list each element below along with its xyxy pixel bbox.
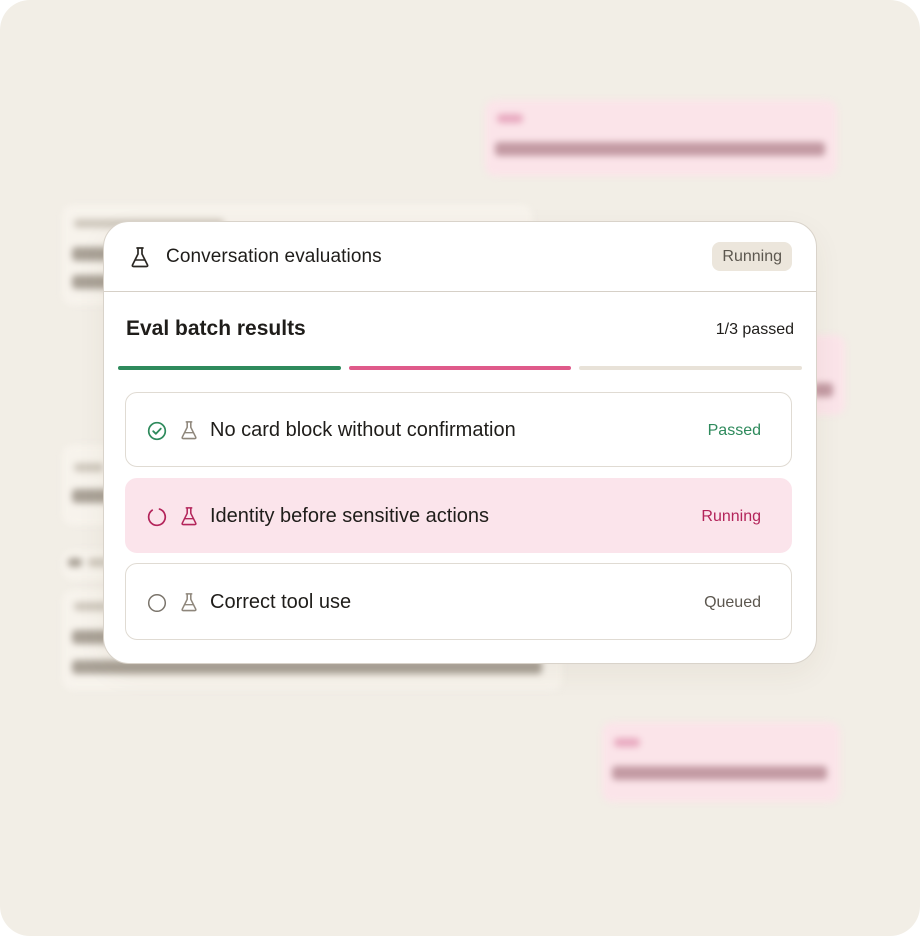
evaluation-status: Passed bbox=[707, 422, 761, 439]
flask-icon bbox=[181, 507, 197, 526]
evaluation-row[interactable]: Correct tool use Queued bbox=[125, 563, 792, 640]
status-badge: Running bbox=[712, 242, 792, 271]
empty-circle-icon bbox=[147, 593, 167, 613]
progress-segment-queued bbox=[579, 366, 802, 370]
card-title: Conversation evaluations bbox=[166, 246, 382, 267]
evaluation-status: Running bbox=[701, 508, 761, 525]
check-circle-icon bbox=[147, 421, 167, 441]
evaluation-row[interactable]: Identity before sensitive actions Runnin… bbox=[125, 478, 792, 553]
flask-icon bbox=[181, 593, 197, 612]
card-header: Conversation evaluations Running bbox=[104, 222, 816, 292]
evaluation-name: Identity before sensitive actions bbox=[210, 505, 490, 527]
batch-summary: 1/3 passed bbox=[715, 321, 794, 338]
batch-title: Eval batch results bbox=[126, 317, 306, 340]
evaluation-status: Queued bbox=[704, 594, 761, 611]
spinner-icon bbox=[147, 508, 167, 527]
progress-segment-running bbox=[349, 366, 571, 370]
app-canvas: Conversation evaluations Running Eval ba… bbox=[0, 0, 920, 936]
background-chat-bubble bbox=[602, 722, 840, 802]
evaluations-card: Conversation evaluations Running Eval ba… bbox=[103, 221, 817, 664]
batch-progress-bar bbox=[118, 366, 802, 370]
flask-icon bbox=[131, 247, 149, 268]
progress-segment-passed bbox=[118, 366, 341, 370]
evaluation-row[interactable]: No card block without confirmation Passe… bbox=[125, 392, 792, 467]
background-chat-bubble bbox=[485, 100, 837, 176]
flask-icon bbox=[181, 421, 197, 440]
evaluation-name: No card block without confirmation bbox=[210, 419, 516, 441]
evaluation-name: Correct tool use bbox=[210, 591, 352, 613]
